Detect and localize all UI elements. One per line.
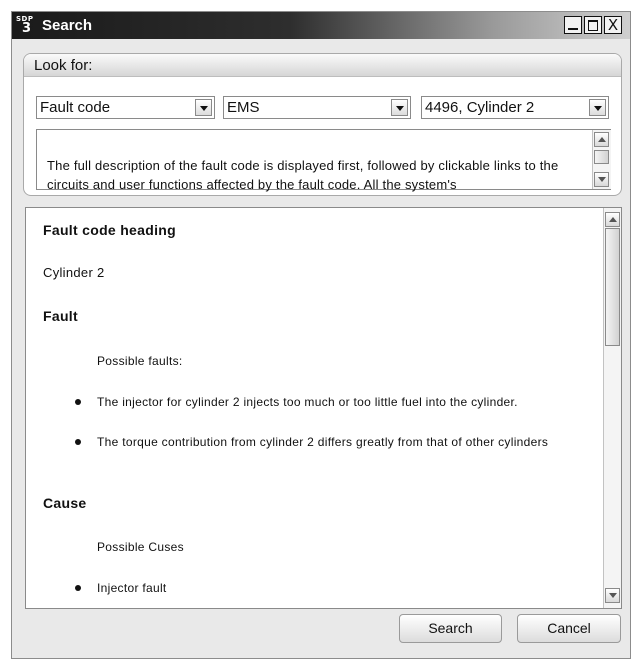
possible-causes-label: Possible Cuses <box>97 540 184 554</box>
system-value: EMS <box>227 99 260 116</box>
close-button[interactable]: X <box>604 16 622 34</box>
description-scrollbar[interactable] <box>592 130 611 189</box>
description-text: The full description of the fault code i… <box>47 158 559 192</box>
sdp3-logo-icon: SDP 3 <box>16 15 34 36</box>
title-bar[interactable]: SDP 3 Search X <box>12 12 630 39</box>
scroll-thumb[interactable] <box>605 228 620 346</box>
fault-code-heading: Fault code heading <box>43 222 176 238</box>
cancel-button[interactable]: Cancel <box>517 614 621 643</box>
look-for-header: Look for: <box>24 54 621 77</box>
bullet-icon <box>75 585 81 591</box>
close-icon: X <box>607 16 619 34</box>
maximize-icon <box>585 17 601 33</box>
description-box[interactable]: The full description of the fault code i… <box>36 129 611 192</box>
scroll-down-button[interactable] <box>594 172 609 187</box>
fault-details-panel[interactable]: Fault code heading Cylinder 2 Fault Poss… <box>25 207 622 609</box>
search-type-value: Fault code <box>40 99 111 116</box>
cause-item: Injector fault <box>97 581 167 595</box>
fault-heading: Fault <box>43 308 78 324</box>
cause-heading: Cause <box>43 495 87 511</box>
fault-item: The injector for cylinder 2 injects too … <box>97 395 518 409</box>
minimize-button[interactable] <box>564 16 582 34</box>
fault-item: The torque contribution from cylinder 2 … <box>97 435 549 449</box>
fault-code-select[interactable]: 4496, Cylinder 2 <box>421 96 609 119</box>
fault-code-value: 4496, Cylinder 2 <box>425 99 535 116</box>
search-type-select[interactable]: Fault code <box>36 96 215 119</box>
scroll-thumb[interactable] <box>594 150 609 164</box>
minimize-icon <box>565 17 581 33</box>
window-title: Search <box>42 17 93 34</box>
bullet-icon <box>75 439 81 445</box>
bullet-icon <box>75 399 81 405</box>
scroll-up-button[interactable] <box>594 132 609 147</box>
possible-faults-label: Possible faults: <box>97 354 183 368</box>
details-scrollbar[interactable] <box>603 208 621 608</box>
system-select[interactable]: EMS <box>223 96 411 119</box>
search-dialog: SDP 3 Search X Look for: Fault code EMS … <box>11 11 631 659</box>
scroll-down-button[interactable] <box>605 588 620 603</box>
chevron-down-icon[interactable] <box>391 99 408 116</box>
chevron-down-icon[interactable] <box>589 99 606 116</box>
scroll-up-button[interactable] <box>605 212 620 227</box>
search-button[interactable]: Search <box>399 614 502 643</box>
look-for-panel: Look for: Fault code EMS 4496, Cylinder … <box>23 53 622 196</box>
maximize-button[interactable] <box>584 16 602 34</box>
fault-code-value: Cylinder 2 <box>43 265 105 280</box>
look-for-label: Look for: <box>34 57 93 74</box>
chevron-down-icon[interactable] <box>195 99 212 116</box>
